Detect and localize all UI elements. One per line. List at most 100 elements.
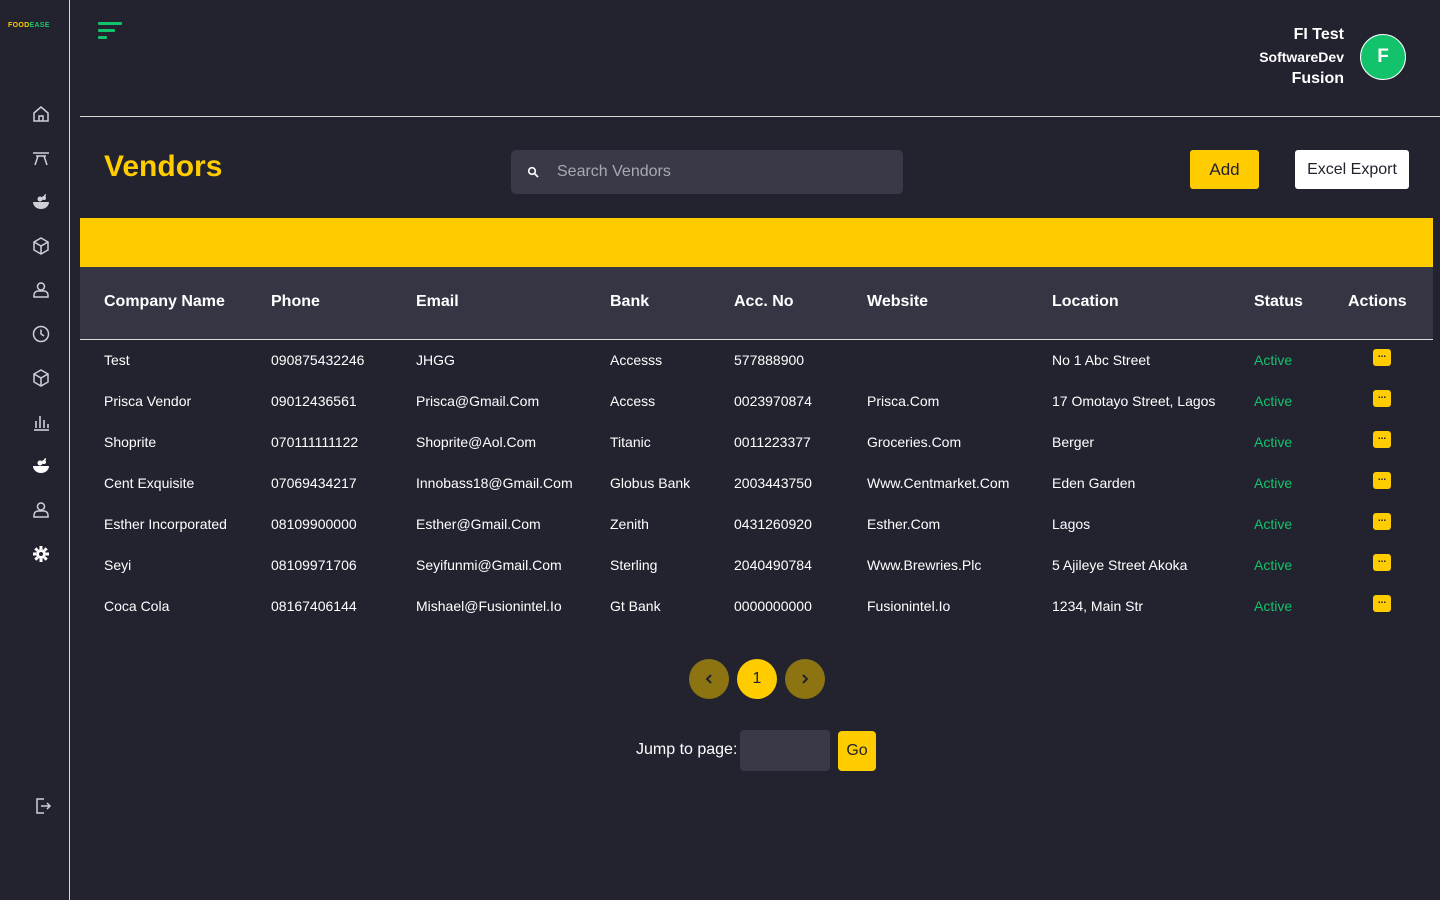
cell-website: Esther.Com [867, 516, 941, 532]
menu-toggle-icon[interactable] [98, 21, 124, 41]
cell-website: Groceries.Com [867, 434, 962, 450]
cell-acc-no: 0000000000 [734, 598, 812, 614]
cell-location: Lagos [1052, 516, 1091, 532]
page-number-button[interactable]: 1 [737, 659, 777, 699]
cell-bank: Globus Bank [610, 475, 691, 491]
cell-acc-no: 2003443750 [734, 475, 812, 491]
cell-acc-no: 577888900 [734, 352, 805, 368]
home-icon[interactable] [31, 104, 51, 124]
column-website: Website [867, 293, 929, 310]
clock-icon[interactable] [31, 324, 51, 344]
cell-phone: 08167406144 [271, 598, 357, 614]
excel-export-button[interactable]: Excel Export [1295, 150, 1409, 189]
user-name: FI Test [1293, 26, 1344, 43]
cell-location: 5 Ajileye Street Akoka [1052, 557, 1188, 573]
jump-to-page-label: Jump to page: [636, 741, 738, 758]
app-logo[interactable]: FOODEASE [8, 22, 50, 29]
column-location: Location [1052, 293, 1119, 310]
cell-website: Prisca.Com [867, 393, 940, 409]
table-row[interactable]: Seyi 08109971706 Seyifunmi@Gmail.Com Sterli… [80, 545, 1433, 586]
cell-company-name: Esther Incorporated [104, 516, 227, 532]
cell-bank: Gt Bank [610, 598, 661, 614]
row-actions-button[interactable]: ... [1373, 431, 1391, 448]
cell-bank: Zenith [610, 516, 649, 532]
search-box[interactable] [511, 150, 903, 194]
settings-gear-icon[interactable] [31, 544, 51, 564]
cell-location: 17 Omotayo Street, Lagos [1052, 393, 1216, 409]
cell-status: Active [1254, 475, 1293, 491]
package-icon[interactable] [31, 236, 51, 256]
food-bowl-icon[interactable] [31, 192, 51, 212]
row-actions-button[interactable]: ... [1373, 349, 1391, 366]
column-bank: Bank [610, 293, 650, 310]
next-page-button[interactable] [785, 659, 825, 699]
table-row[interactable]: Coca Cola 08167406144 Mishael@Fusionintel.… [80, 586, 1433, 627]
cell-location: No 1 Abc Street [1052, 352, 1151, 368]
cell-acc-no: 0023970874 [734, 393, 812, 409]
cell-email: Innobass18@Gmail.Com [416, 475, 573, 491]
table-row[interactable]: Shoprite 070111111122 Shoprite@Aol.Com Tita… [80, 422, 1433, 463]
cell-location: Berger [1052, 434, 1095, 450]
column-actions: Actions [1348, 293, 1407, 310]
user-org: Fusion [1291, 70, 1344, 87]
cell-location: Eden Garden [1052, 475, 1136, 491]
column-company-name: Company Name [104, 293, 225, 310]
avatar[interactable]: F [1360, 34, 1406, 80]
column-acc-no: Acc. No [734, 293, 794, 310]
cell-acc-no: 0431260920 [734, 516, 812, 532]
add-vendor-button[interactable]: Add [1190, 150, 1259, 189]
cell-status: Active [1254, 352, 1293, 368]
cell-company-name: Test [104, 352, 130, 368]
cell-acc-no: 2040490784 [734, 557, 812, 573]
cell-phone: 07069434217 [271, 475, 357, 491]
table-row[interactable]: Esther Incorporated 08109900000 Esther@Gma… [80, 504, 1433, 545]
cell-status: Active [1254, 557, 1293, 573]
cell-phone: 09012436561 [271, 393, 357, 409]
cell-phone: 070111111122 [271, 434, 359, 450]
staff-user-icon[interactable] [31, 500, 51, 520]
dining-table-icon[interactable] [31, 148, 51, 168]
cell-status: Active [1254, 516, 1293, 532]
cell-phone: 08109900000 [271, 516, 357, 532]
cell-website: Www.Brewries.Plc [867, 557, 982, 573]
table-row[interactable]: Prisca Vendor 09012436561 Prisca@Gmail.Com… [80, 381, 1433, 422]
cell-status: Active [1254, 434, 1293, 450]
cell-email: Esther@Gmail.Com [416, 516, 541, 532]
groceries-icon[interactable] [31, 456, 51, 476]
previous-page-button[interactable] [689, 659, 729, 699]
user-info: FI Test SoftwareDev Fusion [1259, 24, 1344, 90]
go-button[interactable]: Go [838, 731, 876, 771]
cell-status: Active [1254, 598, 1293, 614]
row-actions-button[interactable]: ... [1373, 472, 1391, 489]
column-email: Email [416, 293, 459, 310]
cell-company-name: Prisca Vendor [104, 393, 192, 409]
cell-company-name: Cent Exquisite [104, 475, 195, 491]
inventory-box-icon[interactable] [31, 368, 51, 388]
cell-email: Prisca@Gmail.Com [416, 393, 540, 409]
table-row[interactable]: Test 090875432246 JHGG Accesss 577888900 No 1… [80, 340, 1433, 381]
user-role: SoftwareDev [1259, 49, 1344, 65]
user-icon[interactable] [31, 280, 51, 300]
column-phone: Phone [271, 293, 320, 310]
chevron-left-icon [705, 674, 712, 684]
header-divider [80, 116, 1440, 117]
row-actions-button[interactable]: ... [1373, 595, 1391, 612]
cell-email: Mishael@Fusionintel.Io [416, 598, 562, 614]
chevron-right-icon [802, 674, 809, 684]
jump-to-page-input[interactable] [740, 730, 830, 771]
bar-chart-icon[interactable] [31, 412, 51, 432]
row-actions-button[interactable]: ... [1373, 390, 1391, 407]
table-top-band [80, 218, 1433, 267]
row-actions-button[interactable]: ... [1373, 513, 1391, 530]
cell-company-name: Shoprite [104, 434, 157, 450]
sidebar: FOODEASE [0, 0, 70, 900]
table-row[interactable]: Cent Exquisite 07069434217 Innobass18@Gmai… [80, 463, 1433, 504]
cell-phone: 090875432246 [271, 352, 365, 368]
cell-acc-no: 0011223377 [734, 434, 811, 450]
cell-status: Active [1254, 393, 1293, 409]
logout-icon[interactable] [33, 796, 53, 816]
row-actions-button[interactable]: ... [1373, 554, 1391, 571]
cell-bank: Titanic [610, 434, 651, 450]
search-input[interactable] [555, 162, 879, 182]
cell-email: Shoprite@Aol.Com [416, 434, 537, 450]
